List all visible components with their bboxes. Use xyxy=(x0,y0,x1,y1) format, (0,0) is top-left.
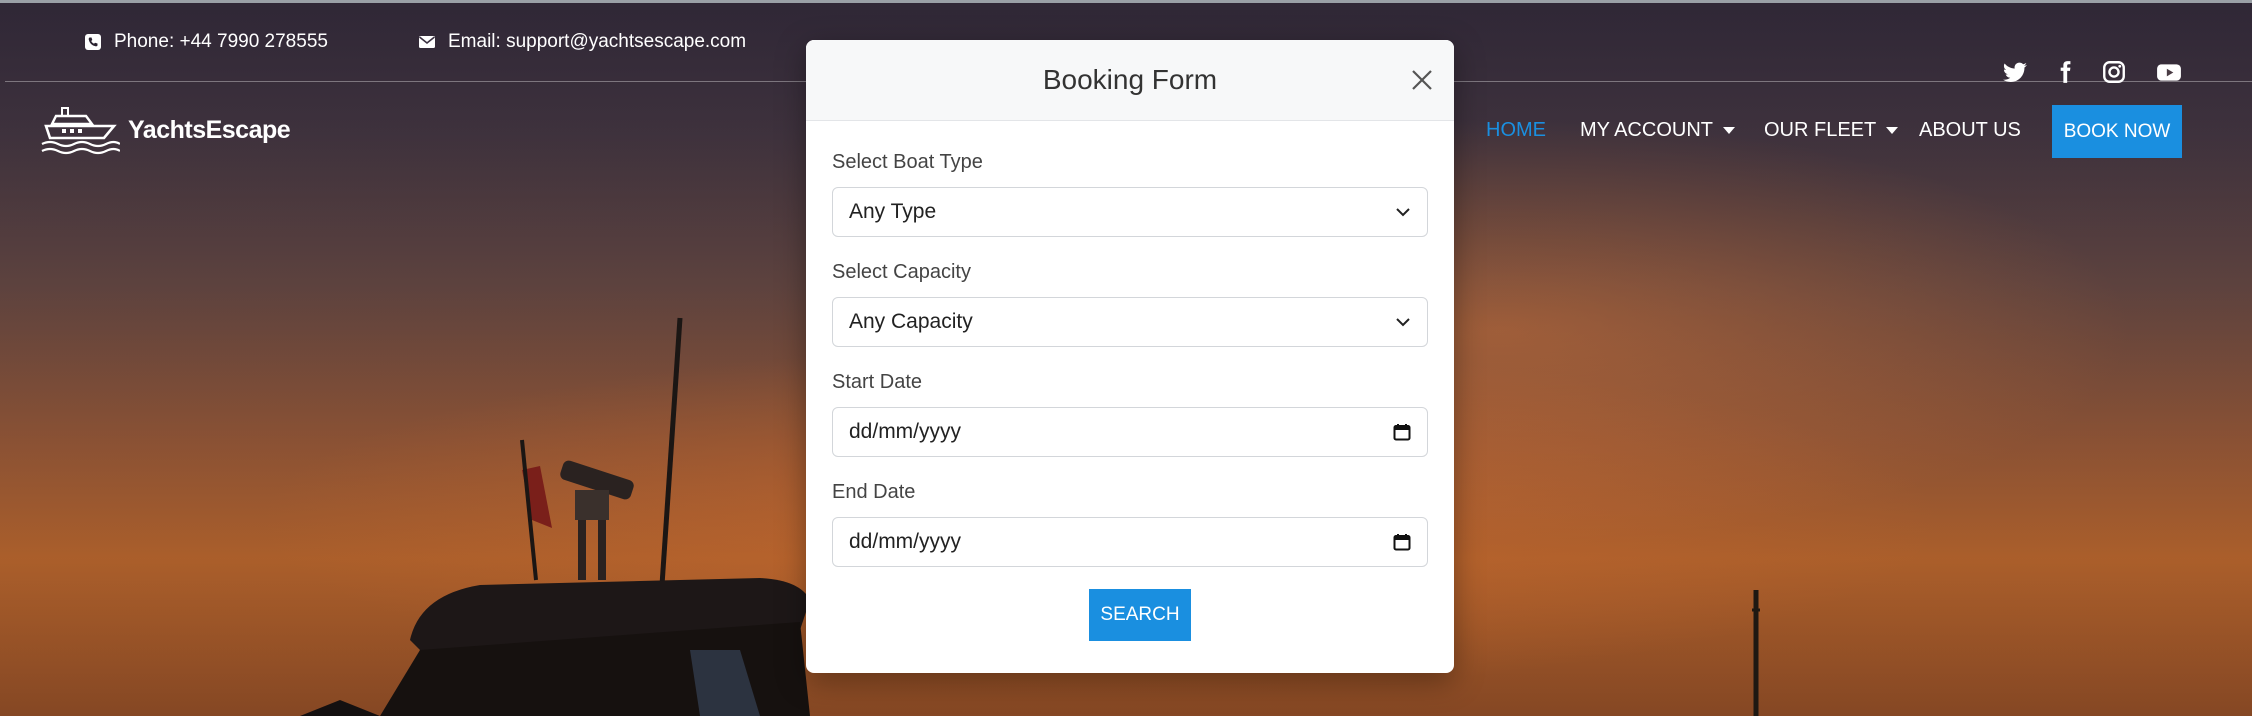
phone-text: Phone: +44 7990 278555 xyxy=(114,31,328,52)
end-date-field: End Date dd/mm/yyyy xyxy=(832,481,1428,567)
caret-down-icon xyxy=(1886,127,1899,134)
nav-home[interactable]: HOME xyxy=(1486,119,1546,142)
calendar-icon[interactable] xyxy=(1393,423,1411,441)
capacity-value: Any Capacity xyxy=(849,310,973,333)
close-icon[interactable] xyxy=(1408,66,1436,94)
nav-home-label: HOME xyxy=(1486,119,1546,141)
boat-type-value: Any Type xyxy=(849,200,937,223)
start-date-label: Start Date xyxy=(832,371,923,393)
nav-our-fleet-label: OUR FLEET xyxy=(1764,119,1877,141)
chevron-down-icon xyxy=(1396,208,1410,217)
search-row: SEARCH xyxy=(832,589,1428,641)
nav-my-account[interactable]: MY ACCOUNT xyxy=(1580,119,1735,142)
end-date-label: End Date xyxy=(832,481,916,503)
contact-email[interactable]: Email: support@yachtsescape.com xyxy=(418,31,746,53)
booking-form-modal: Booking Form Select Boat Type Any Type S… xyxy=(806,40,1454,673)
caret-down-icon xyxy=(1722,127,1735,134)
contact-phone[interactable]: Phone: +44 7990 278555 xyxy=(84,31,328,53)
start-date-placeholder: dd/mm/yyyy xyxy=(849,420,962,443)
modal-title: Booking Form xyxy=(1042,64,1218,95)
start-date-input[interactable]: dd/mm/yyyy xyxy=(832,407,1428,457)
nav-my-account-label: MY ACCOUNT xyxy=(1580,119,1713,141)
phone-icon xyxy=(85,34,101,50)
envelope-icon xyxy=(419,36,435,48)
nav-about-us-label: ABOUT US xyxy=(1919,119,2021,141)
search-button[interactable]: SEARCH xyxy=(1089,589,1191,641)
end-date-placeholder: dd/mm/yyyy xyxy=(849,530,962,553)
nav-our-fleet[interactable]: OUR FLEET xyxy=(1764,119,1899,142)
book-now-label: BOOK NOW xyxy=(2063,120,2171,142)
boat-type-select[interactable]: Any Type xyxy=(832,187,1428,237)
end-date-input[interactable]: dd/mm/yyyy xyxy=(832,517,1428,567)
book-now-button[interactable]: BOOK NOW xyxy=(2052,105,2182,158)
email-text: Email: support@yachtsescape.com xyxy=(448,31,747,52)
modal-header: Booking Form xyxy=(806,40,1454,121)
capacity-field: Select Capacity Any Capacity xyxy=(832,261,1428,347)
capacity-select[interactable]: Any Capacity xyxy=(832,297,1428,347)
calendar-icon[interactable] xyxy=(1393,533,1411,551)
nav-about-us[interactable]: ABOUT US xyxy=(1919,119,2021,142)
chevron-down-icon xyxy=(1396,318,1410,327)
start-date-field: Start Date dd/mm/yyyy xyxy=(832,371,1428,457)
boat-type-label: Select Boat Type xyxy=(832,151,983,173)
modal-body: Select Boat Type Any Type Select Capacit… xyxy=(806,121,1454,641)
capacity-label: Select Capacity xyxy=(832,261,971,283)
boat-type-field: Select Boat Type Any Type xyxy=(832,151,1428,237)
